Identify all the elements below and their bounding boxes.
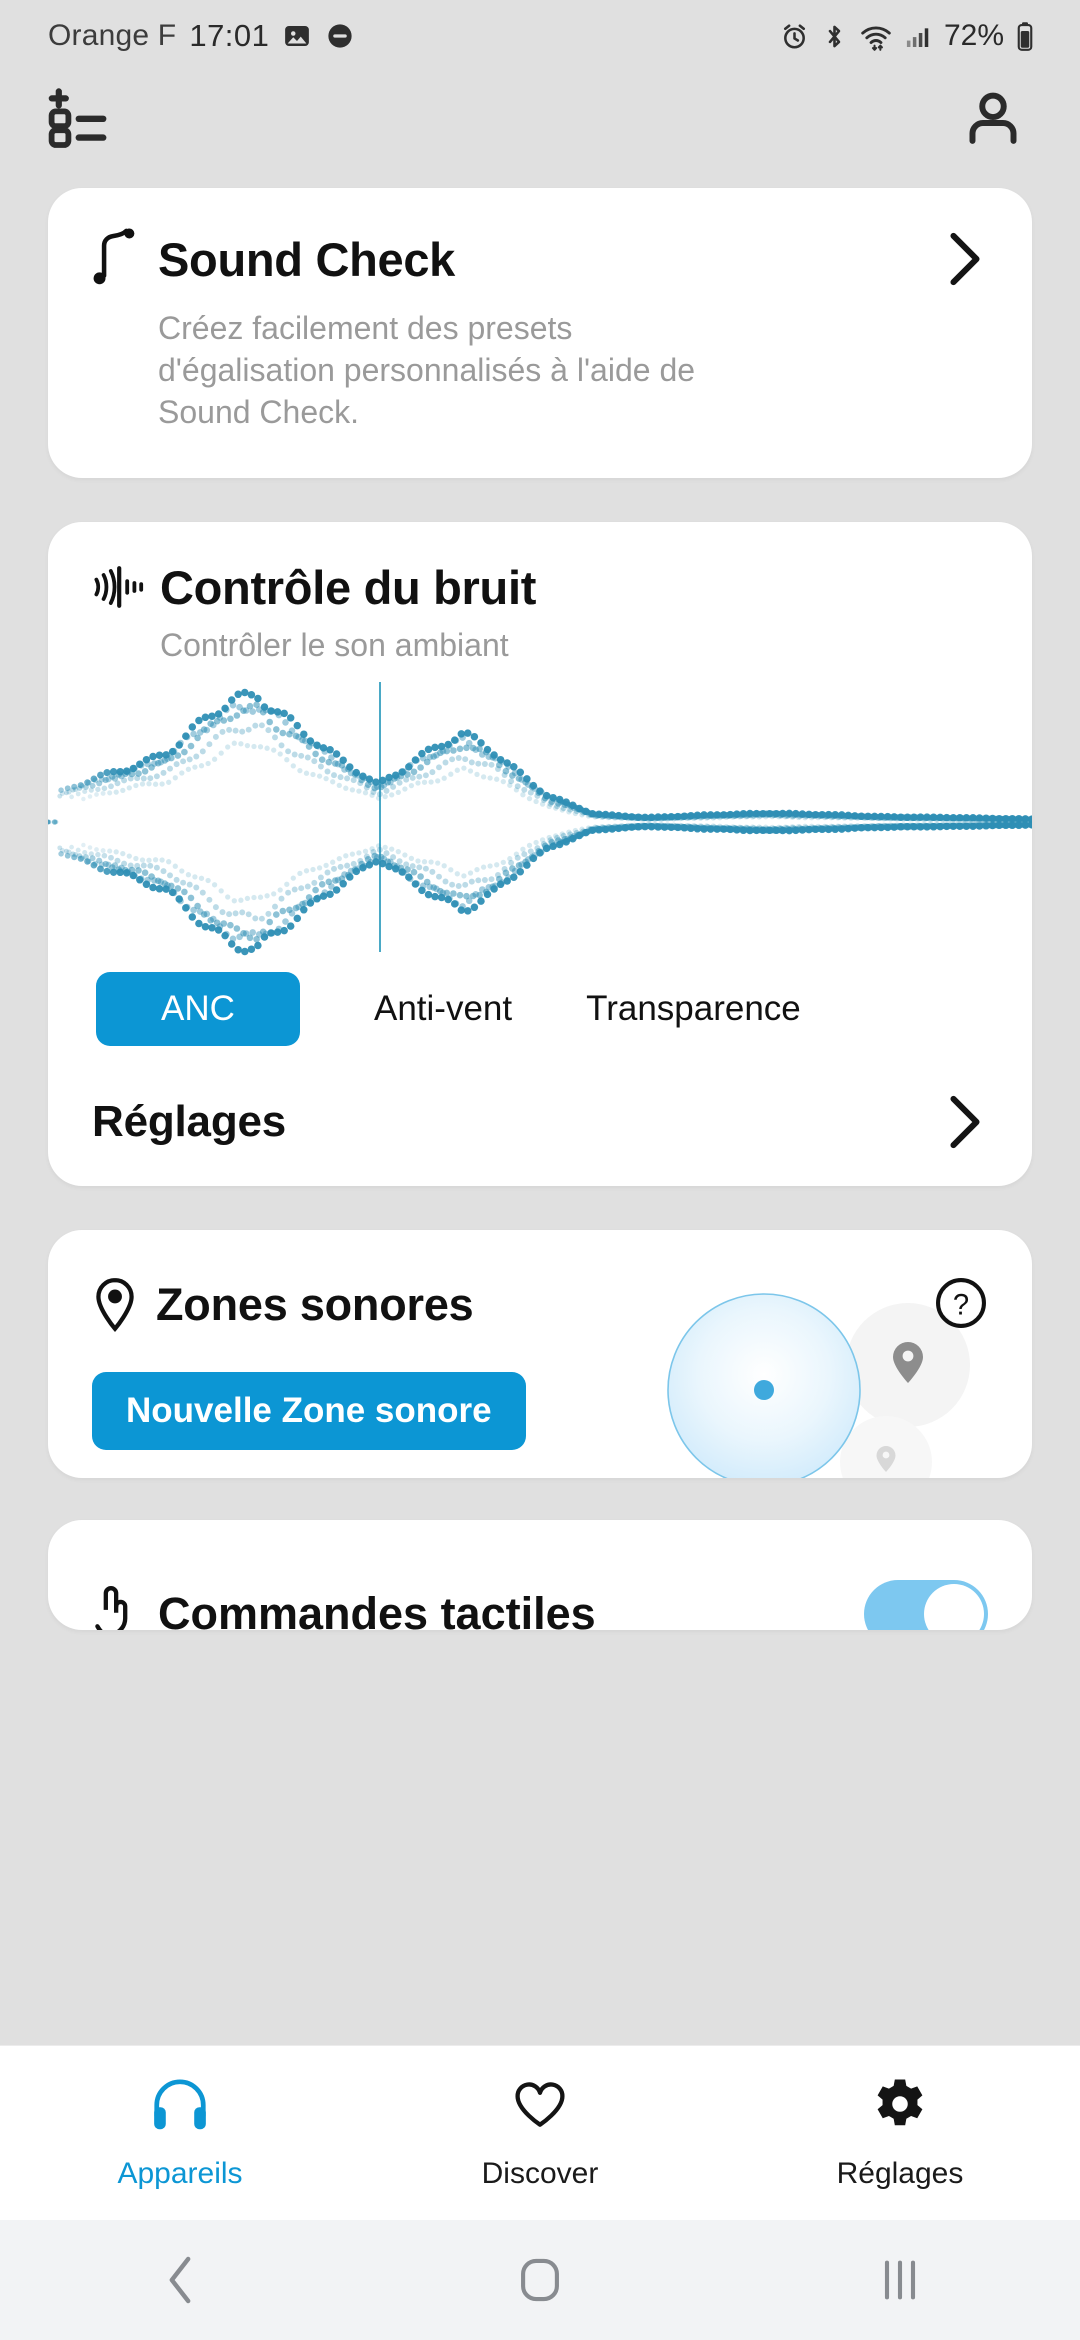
phone-screen: Orange F 17:01 72% Sound Check Créez fac… — [0, 0, 1080, 2340]
sound-zones-header: Zones sonores ? — [48, 1230, 1032, 1335]
mode-button-antivent[interactable]: Anti-vent — [360, 972, 526, 1046]
tab-appareils[interactable]: Appareils — [0, 2076, 360, 2191]
status-bar-clock: 17:01 — [189, 18, 270, 53]
account-icon[interactable] — [954, 79, 1032, 162]
chevron-right-icon[interactable] — [942, 229, 988, 289]
touch-controls-toggle[interactable] — [864, 1579, 988, 1630]
sound-zones-card[interactable]: Zones sonores ? Nouvelle Zone sonore — [48, 1229, 1032, 1478]
toggle-knob — [924, 1583, 984, 1630]
carrier-name: Orange F — [48, 19, 177, 52]
help-circle-icon[interactable]: ? — [934, 1276, 988, 1335]
add-to-list-icon[interactable] — [36, 77, 136, 164]
signal-icon — [904, 22, 932, 51]
recents-bars-icon[interactable] — [720, 2254, 1080, 2306]
noise-mode-selector[interactable]: ANC Anti-vent Transparence — [48, 971, 1032, 1046]
sound-check-header: Sound Check — [92, 228, 988, 290]
noise-control-card[interactable]: Contrôle du bruit Contrôler le son ambia… — [48, 521, 1032, 1186]
touch-controls-card[interactable]: Commandes tactiles — [48, 1519, 1032, 1630]
sound-check-description: Créez facilement des presets d'égalisati… — [158, 310, 696, 430]
noise-wave-icon — [92, 563, 152, 611]
svg-text:?: ? — [953, 1289, 969, 1321]
status-bar-left: Orange F 17:01 — [48, 18, 355, 54]
tab-label-discover: Discover — [481, 2156, 599, 2190]
touch-controls-row: Commandes tactiles — [48, 1520, 1032, 1630]
bluetooth-icon — [821, 22, 848, 51]
status-bar: Orange F 17:01 72% — [0, 0, 1080, 72]
chevron-right-icon[interactable] — [942, 1092, 988, 1152]
noise-control-header: Contrôle du bruit Contrôler le son ambia… — [48, 560, 1032, 664]
gear-icon — [871, 2076, 929, 2137]
tab-label-reglages: Réglages — [836, 2156, 964, 2190]
home-square-icon[interactable] — [360, 2254, 720, 2306]
app-header — [0, 72, 1080, 168]
android-nav-bar[interactable] — [0, 2220, 1080, 2340]
battery-percent: 72% — [943, 19, 1004, 52]
battery-icon — [1016, 21, 1034, 51]
screenshot-icon — [282, 21, 312, 51]
noise-control-subtitle: Contrôler le son ambiant — [160, 626, 509, 663]
touch-controls-title: Commandes tactiles — [158, 1587, 596, 1630]
heart-icon — [511, 2076, 569, 2137]
back-chevron-icon[interactable] — [0, 2252, 360, 2308]
noise-settings-label: Réglages — [92, 1096, 287, 1146]
tab-reglages[interactable]: Réglages — [720, 2076, 1080, 2191]
mode-button-transparence[interactable]: Transparence — [572, 972, 815, 1046]
noise-waveform — [48, 676, 1032, 958]
sound-zones-title: Zones sonores — [156, 1279, 474, 1331]
headphones-icon — [149, 2076, 211, 2137]
sound-check-title: Sound Check — [158, 232, 456, 286]
tab-label-appareils: Appareils — [117, 2156, 243, 2190]
sound-check-card[interactable]: Sound Check Créez facilement des presets… — [48, 188, 1032, 478]
tab-discover[interactable]: Discover — [360, 2076, 720, 2191]
mode-button-anc[interactable]: ANC — [96, 971, 300, 1046]
new-sound-zone-button[interactable]: Nouvelle Zone sonore — [92, 1371, 526, 1450]
status-bar-right: 72% — [780, 19, 1034, 53]
noise-control-title: Contrôle du bruit — [160, 560, 537, 614]
scroll-content[interactable]: Sound Check Créez facilement des presets… — [0, 168, 1080, 2045]
alarm-icon — [780, 22, 809, 51]
music-note-icon — [92, 228, 150, 290]
location-pin-icon — [92, 1277, 148, 1333]
wifi-icon — [860, 22, 892, 51]
noise-control-titlerow: Contrôle du bruit — [92, 560, 988, 615]
noise-settings-row[interactable]: Réglages — [48, 1058, 1032, 1186]
dnd-icon — [325, 21, 355, 51]
touch-icon — [92, 1583, 146, 1630]
bottom-tab-bar[interactable]: Appareils Discover Réglages — [0, 2045, 1080, 2220]
